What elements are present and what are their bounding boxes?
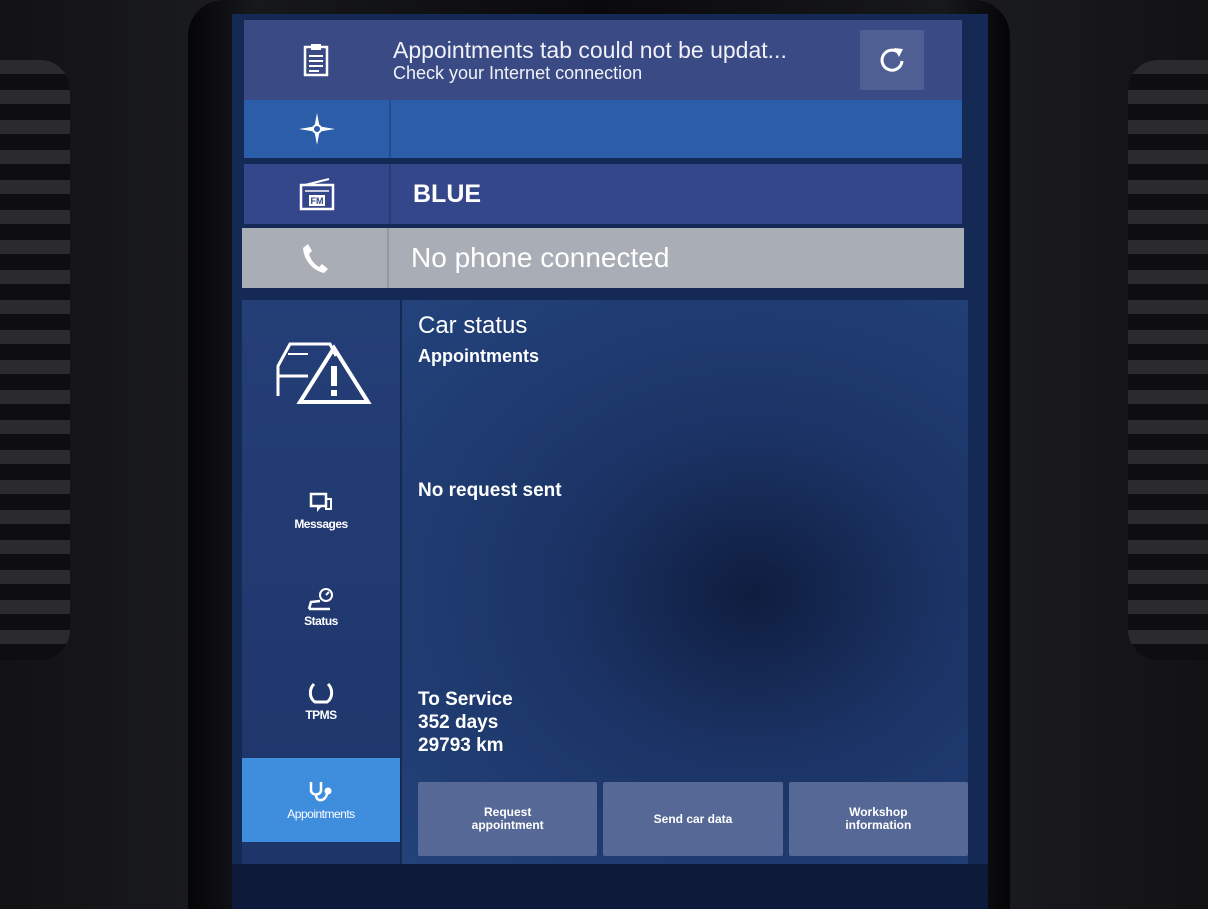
media-tile[interactable]: FM BLUE xyxy=(244,164,962,224)
appointments-panel: Car status Appointments No request sent … xyxy=(402,300,968,864)
button-label-line2: information xyxy=(845,818,912,832)
retry-button[interactable] xyxy=(860,30,924,90)
notification-text: Appointments tab could not be updat... C… xyxy=(389,37,860,83)
sidebar-item-label: Appointments xyxy=(287,806,355,821)
sidebar-item-label: TPMS xyxy=(305,707,337,722)
request-status-text: No request sent xyxy=(418,480,562,501)
request-appointment-button[interactable]: Request appointment xyxy=(418,782,598,856)
notification-bar[interactable]: Appointments tab could not be updat... C… xyxy=(244,20,962,100)
stethoscope-icon xyxy=(309,781,332,801)
sidebar-item-tpms[interactable]: TPMS xyxy=(242,666,400,736)
page-title: Car status xyxy=(418,312,528,339)
infotainment-screen: Appointments tab could not be updat... C… xyxy=(232,14,988,909)
navigation-tile[interactable] xyxy=(244,100,962,158)
sidebar-item-appointments[interactable]: Appointments xyxy=(242,758,400,842)
tire-icon xyxy=(308,682,334,703)
service-distance: 29793 km xyxy=(418,735,504,756)
button-label-line2: appointment xyxy=(471,818,544,832)
sidebar-item-messages[interactable]: Messages xyxy=(242,476,400,546)
service-days: 352 days xyxy=(418,712,499,733)
phone-icon xyxy=(242,228,389,288)
action-buttons: Request appointment Send car data Worksho… xyxy=(418,782,968,856)
bottom-bar xyxy=(232,864,988,909)
phone-tile[interactable]: No phone connected xyxy=(242,228,964,288)
car-status-icon xyxy=(307,587,333,610)
car-status-sidebar: Messages Status TPMS Appointments xyxy=(242,300,400,864)
service-label: To Service xyxy=(418,689,513,710)
notification-title: Appointments tab could not be updat... xyxy=(393,37,787,63)
message-icon xyxy=(309,492,332,512)
notification-subtitle: Check your Internet connection xyxy=(393,63,643,83)
air-vent-right xyxy=(1128,60,1208,660)
compass-icon xyxy=(244,100,391,158)
workshop-information-button[interactable]: Workshop information xyxy=(788,782,968,856)
svg-text:FM: FM xyxy=(310,196,323,206)
page-subtitle: Appointments xyxy=(418,346,539,366)
sidebar-item-label: Messages xyxy=(294,516,348,531)
service-info: To Service 352 days 29793 km xyxy=(418,688,513,757)
air-vent-left xyxy=(0,60,70,660)
car-warning-icon xyxy=(272,336,372,411)
phone-status-label: No phone connected xyxy=(411,242,670,273)
radio-station-label: BLUE xyxy=(413,179,482,208)
fm-radio-icon: FM xyxy=(244,164,391,224)
send-car-data-button[interactable]: Send car data xyxy=(603,782,783,856)
button-label-line1: Send car data xyxy=(653,811,733,826)
sidebar-item-status[interactable]: Status xyxy=(242,572,400,642)
document-icon xyxy=(244,20,389,100)
sidebar-item-label: Status xyxy=(304,613,338,628)
refresh-icon xyxy=(880,48,904,72)
